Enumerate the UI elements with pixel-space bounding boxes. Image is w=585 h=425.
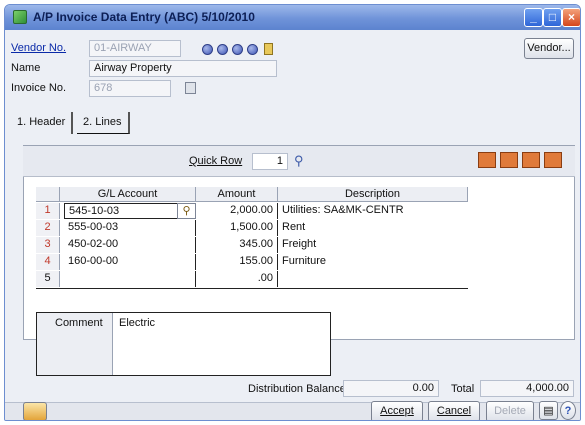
comment-label: Comment [37,313,113,375]
first-record-icon[interactable] [202,44,213,55]
copy-row-icon[interactable] [522,152,540,168]
vendor-no-field[interactable]: 01-AIRWAY [89,40,181,57]
invoice-window: A/P Invoice Data Entry (ABC) 5/10/2010 _… [4,4,581,421]
description-cell[interactable]: Utilities: SA&MK-CENTR [278,203,468,219]
description-cell[interactable] [278,271,468,287]
total-value: 4,000.00 [480,380,574,397]
amount-cell[interactable]: 1,500.00 [196,220,278,236]
zoom-icon[interactable]: ⚲ [294,153,304,169]
total-label: Total [451,383,475,395]
amount-cell[interactable]: 155.00 [196,254,278,270]
name-label: Name [11,62,41,74]
amount-cell[interactable]: .00 [196,271,278,287]
distribution-balance-label: Distribution Balance [248,383,346,395]
title-bar: A/P Invoice Data Entry (ABC) 5/10/2010 _… [5,5,580,30]
app-icon [13,10,27,24]
row-number: 3 [36,237,60,253]
help-orb-icon[interactable] [23,402,47,420]
quick-row-field[interactable]: 1 [252,153,288,170]
tab-lines[interactable]: 2. Lines [77,112,130,134]
last-record-icon[interactable] [247,44,258,55]
distribution-balance-value: 0.00 [343,380,439,397]
delete-button[interactable]: Delete [486,401,534,420]
next-record-icon[interactable] [232,44,243,55]
gl-account-cell[interactable]: 555-00-03 [64,220,196,236]
gl-account-cell[interactable] [64,271,196,287]
invoice-no-label: Invoice No. [11,82,67,94]
help-icon[interactable]: ? [560,401,576,420]
delete-row-icon[interactable] [500,152,518,168]
column-header-amount: Amount [196,187,278,202]
window-title: A/P Invoice Data Entry (ABC) 5/10/2010 [33,10,255,24]
row-number: 5 [36,271,60,287]
comment-field[interactable]: Electric [119,317,155,329]
column-header-gl-account: G/L Account [60,187,196,202]
accept-label: Accept [380,405,414,417]
close-button[interactable]: × [562,8,580,27]
row-number: 1 [36,203,60,219]
notes-icon[interactable] [264,43,273,55]
gl-account-cell[interactable]: 450-02-00 [64,237,196,253]
tab-header[interactable]: 1. Header [11,112,74,134]
description-cell[interactable]: Rent [278,220,468,236]
vendor-no-link[interactable]: Vendor No. [11,42,66,54]
print-icon[interactable]: ▤ [539,401,558,420]
quick-row-label: Quick Row [189,155,243,167]
grid-options-icon[interactable] [544,152,562,168]
amount-cell[interactable]: 345.00 [196,237,278,253]
gl-account-cell[interactable]: 160-00-00 [64,254,196,270]
accept-button[interactable]: Accept [371,401,423,420]
gl-account-cell[interactable]: 545-10-03 [64,203,179,219]
maximize-button[interactable]: □ [543,8,562,27]
cancel-button[interactable]: Cancel [428,401,480,420]
description-cell[interactable]: Furniture [278,254,468,270]
magnifier-icon[interactable]: ⚲ [177,203,196,219]
minimize-button[interactable]: _ [524,8,543,27]
insert-row-icon[interactable] [478,152,496,168]
lines-toolbar: Quick Row 1 ⚲ [23,146,575,177]
description-cell[interactable]: Freight [278,237,468,253]
invoice-no-field[interactable]: 678 [89,80,171,97]
cancel-label: Cancel [436,405,472,417]
row-number: 4 [36,254,60,270]
grid-bottom-border [36,288,468,289]
vendor-name-field[interactable]: Airway Property [89,60,277,77]
column-header-description: Description [278,187,468,202]
previous-record-icon[interactable] [217,44,228,55]
row-number: 2 [36,220,60,236]
row-number-header [36,187,60,202]
amount-cell[interactable]: 2,000.00 [196,203,278,219]
vendor-button[interactable]: Vendor... [524,38,574,59]
comment-box: Comment Electric [36,312,331,376]
invoice-history-icon[interactable] [185,82,196,94]
